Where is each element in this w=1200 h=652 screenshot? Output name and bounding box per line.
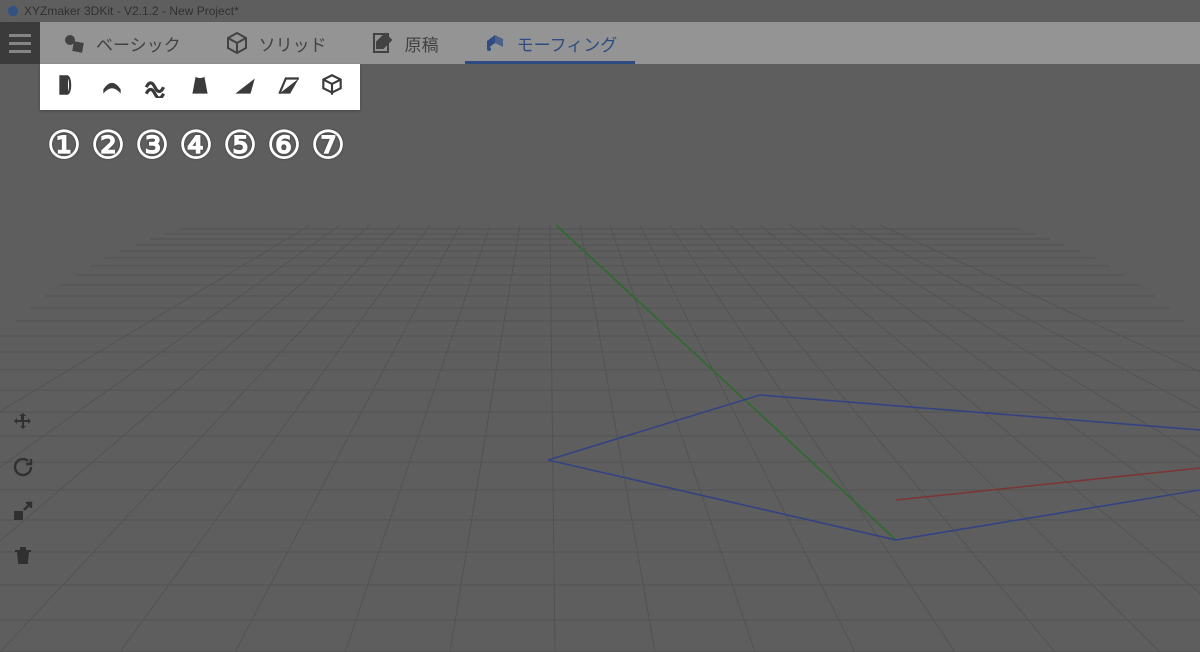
sketch-icon xyxy=(371,31,395,55)
bend-tool-button[interactable] xyxy=(46,67,90,107)
lattice-tool-button[interactable] xyxy=(310,67,354,107)
annotation-6: ⑥ xyxy=(262,124,306,168)
tab-label: 原稿 xyxy=(405,31,439,56)
skew-tool-button[interactable] xyxy=(266,67,310,107)
wave-tool-icon xyxy=(143,72,169,103)
morph-icon xyxy=(483,31,507,55)
app-logo-icon xyxy=(6,4,20,18)
tab-label: モーフィング xyxy=(517,31,618,56)
morph-toolbar xyxy=(40,64,360,110)
taper-tool-button[interactable] xyxy=(178,67,222,107)
view-tools xyxy=(8,410,38,572)
hamburger-menu-button[interactable] xyxy=(0,22,40,64)
shear-tool-icon xyxy=(231,72,257,103)
scale-icon xyxy=(11,499,35,528)
annotation-4: ④ xyxy=(174,124,218,168)
tab-label: ベーシック xyxy=(96,31,181,56)
twist-tool-button[interactable] xyxy=(90,67,134,107)
tab-solid[interactable]: ソリッド xyxy=(203,22,349,64)
taper-tool-icon xyxy=(187,72,213,103)
annotation-5: ⑤ xyxy=(218,124,262,168)
tab-label: ソリッド xyxy=(259,31,327,56)
tab-morphing[interactable]: モーフィング xyxy=(461,22,640,64)
scale-view-button[interactable] xyxy=(8,498,38,528)
move-view-button[interactable] xyxy=(8,410,38,440)
annotation-numbers: ① ② ③ ④ ⑤ ⑥ ⑦ xyxy=(42,124,350,168)
move-icon xyxy=(11,411,35,440)
tab-sketch[interactable]: 原稿 xyxy=(349,22,461,64)
wave-tool-button[interactable] xyxy=(134,67,178,107)
annotation-7: ⑦ xyxy=(306,124,350,168)
titlebar: XYZmaker 3DKit - V2.1.2 - New Project* xyxy=(0,0,1200,22)
menubar: ベーシック ソリッド 原稿 モーフィング xyxy=(0,22,1200,64)
twist-tool-icon xyxy=(99,72,125,103)
delete-button[interactable] xyxy=(8,542,38,572)
rotate-view-button[interactable] xyxy=(8,454,38,484)
shapes-icon xyxy=(62,31,86,55)
skew-tool-icon xyxy=(275,72,301,103)
window-title: XYZmaker 3DKit - V2.1.2 - New Project* xyxy=(24,4,239,18)
delete-icon xyxy=(11,543,35,572)
annotation-1: ① xyxy=(42,124,86,168)
bend-tool-icon xyxy=(55,72,81,103)
shear-tool-button[interactable] xyxy=(222,67,266,107)
rotate-icon xyxy=(11,455,35,484)
annotation-2: ② xyxy=(86,124,130,168)
tab-basic[interactable]: ベーシック xyxy=(40,22,203,64)
cube-icon xyxy=(225,31,249,55)
annotation-3: ③ xyxy=(130,124,174,168)
lattice-tool-icon xyxy=(319,72,345,103)
